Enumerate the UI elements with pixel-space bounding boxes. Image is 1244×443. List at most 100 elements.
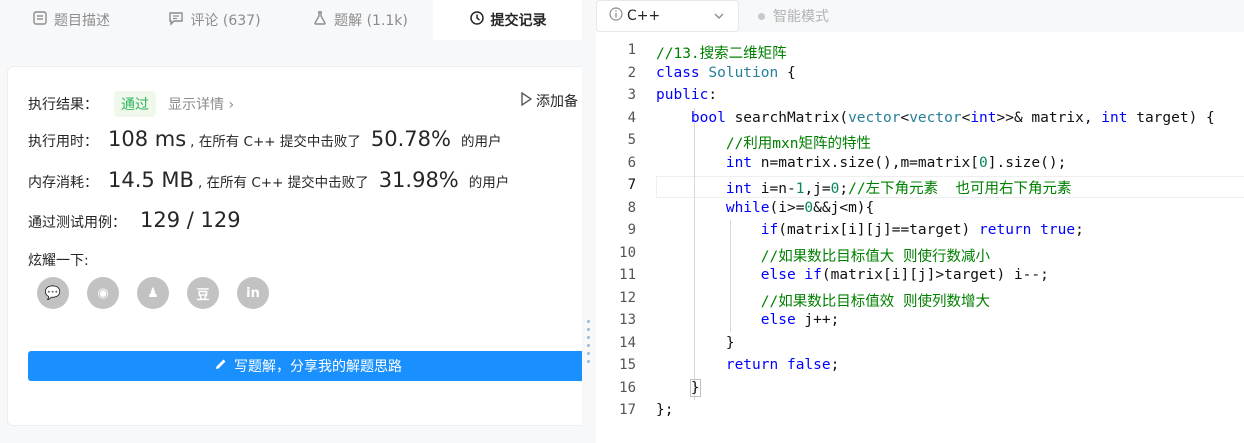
drag-handle-dot: [587, 336, 590, 339]
drag-handle-dot: [587, 328, 590, 331]
runtime-value: 108 ms: [108, 127, 187, 151]
pencil-icon: [214, 357, 228, 375]
chevron-down-icon: [712, 9, 726, 23]
code-line-4: bool searchMatrix(vector<vector<int>>& m…: [690, 109, 1215, 126]
code-line-16: }: [689, 378, 701, 397]
app-root: 题目描述 评论 (637) 题解 (1.1k) 提交记录 执行结果： 通过 显示…: [0, 0, 1244, 443]
line-number: 17: [619, 402, 636, 418]
result-label: 执行结果：: [28, 97, 98, 113]
add-note-button[interactable]: 添加备: [520, 91, 578, 111]
mode-dot-icon: [758, 12, 765, 20]
code-line-7: int i=n-1,j=0;//左下角元素 也可用右下角元素: [725, 181, 1072, 197]
code-line-11: else if(matrix[i][j]>target) i--;: [760, 267, 1049, 283]
tab-comments-label: 评论 (637): [190, 13, 261, 29]
tests-value: 129 / 129: [140, 208, 241, 232]
status-badge: 通过: [114, 91, 156, 117]
line-number: 4: [627, 109, 636, 126]
code-line-17: };: [656, 402, 674, 418]
memory-users-suffix: 的用户: [468, 175, 510, 191]
write-solution-button[interactable]: 写题解，分享我的解题思路: [28, 351, 582, 381]
tests-row: 通过测试用例： 129 / 129: [28, 208, 241, 232]
play-icon: [520, 91, 533, 110]
drag-handle-dot: [587, 360, 590, 363]
flask-icon: [312, 10, 328, 30]
line-number: 11: [619, 267, 636, 283]
tab-comments[interactable]: 评论 (637): [142, 0, 287, 40]
line-number: 10: [619, 244, 636, 261]
tab-description[interactable]: 题目描述: [0, 0, 142, 40]
line-number: 7: [627, 177, 636, 193]
language-value: C++: [627, 8, 661, 24]
runtime-row: 执行用时： 108 ms , 在所有 C++ 提交中击败了 50.78% 的用户: [28, 127, 501, 151]
code-line-14: }: [656, 334, 735, 351]
code-line-12: //如果数比目标值效 则使列数增大: [760, 293, 990, 310]
line-number: 5: [627, 132, 636, 148]
description-icon: [32, 10, 48, 30]
line-number: 6: [627, 154, 636, 171]
line-number: 9: [627, 222, 636, 238]
editor-pane: C++ 智能模式 1 2 3 4 5 6 7 8 9 10 11 12 13 14 15 16 17 //13.…: [596, 0, 1244, 443]
memory-percent: 31.98%: [378, 168, 459, 192]
tab-solutions-label: 题解 (1.1k): [334, 13, 408, 29]
code-editor[interactable]: 1 2 3 4 5 6 7 8 9 10 11 12 13 14 15 16 17 //13.搜索二维矩阵 cl…: [596, 40, 1244, 443]
share-icons: 💬 ◉ ♟ 豆 in: [37, 277, 269, 309]
line-number: 14: [619, 334, 636, 351]
douban-icon[interactable]: 豆: [187, 277, 219, 309]
tab-description-label: 题目描述: [54, 13, 110, 29]
show-details-link[interactable]: 显示详情 ›: [168, 94, 234, 114]
line-number: 2: [627, 64, 636, 81]
linkedin-icon[interactable]: in: [237, 277, 269, 309]
tab-bar: 题目描述 评论 (637) 题解 (1.1k) 提交记录: [0, 0, 582, 40]
tab-submissions[interactable]: 提交记录: [433, 0, 582, 40]
line-number: 13: [619, 312, 636, 328]
drag-handle-dot: [587, 352, 590, 355]
runtime-text: , 在所有 C++ 提交中击败了: [190, 134, 361, 150]
code-line-13: else j++;: [760, 312, 840, 328]
history-icon: [469, 10, 485, 30]
memory-text: , 在所有 C++ 提交中击败了: [197, 175, 369, 191]
add-note-label: 添加备: [536, 94, 578, 110]
code-line-2: class Solution {: [656, 64, 796, 81]
wechat-icon[interactable]: 💬: [37, 277, 69, 309]
weibo-icon[interactable]: ◉: [87, 277, 119, 309]
write-solution-label: 写题解，分享我的解题思路: [234, 359, 402, 375]
qq-icon[interactable]: ♟: [137, 277, 169, 309]
language-select[interactable]: C++: [596, 0, 739, 32]
runtime-users-suffix: 的用户: [460, 134, 502, 150]
line-number: 3: [627, 87, 636, 103]
left-pane: 题目描述 评论 (637) 题解 (1.1k) 提交记录 执行结果： 通过 显示…: [0, 0, 582, 443]
code-line-10: //如果数比目标值大 则使行数减小: [760, 248, 990, 265]
info-icon: [609, 7, 623, 25]
tab-solutions[interactable]: 题解 (1.1k): [287, 0, 433, 40]
line-number: 16: [619, 379, 636, 396]
code-line-3: public:: [656, 87, 718, 103]
editor-toolbar: C++ 智能模式: [596, 0, 1244, 32]
comment-icon: [168, 10, 184, 30]
memory-row: 内存消耗： 14.5 MB , 在所有 C++ 提交中击败了 31.98% 的用…: [28, 168, 509, 192]
code-line-6: int n=matrix.size(),m=matrix[0].size();: [725, 154, 1067, 171]
line-number: 8: [627, 199, 636, 216]
runtime-label: 执行用时：: [28, 134, 98, 150]
memory-value: 14.5 MB: [108, 168, 194, 192]
result-row: 执行结果： 通过 显示详情 ›: [28, 91, 234, 117]
line-number: 12: [619, 289, 636, 306]
drag-handle-dot: [587, 320, 590, 323]
tests-label: 通过测试用例：: [28, 215, 126, 231]
chevron-right-icon: ›: [228, 97, 235, 113]
code-line-5: //利用mxn矩阵的特性: [725, 136, 871, 152]
pane-splitter[interactable]: [582, 0, 596, 443]
smart-mode-toggle[interactable]: 智能模式: [758, 0, 829, 32]
runtime-percent: 50.78%: [370, 127, 451, 151]
tab-submissions-label: 提交记录: [490, 13, 547, 29]
share-label: 炫耀一下:: [28, 253, 89, 269]
submission-result-card: 执行结果： 通过 显示详情 › 添加备 执行用时： 108 ms , 在所有 C…: [7, 66, 582, 426]
line-number: 15: [619, 357, 636, 373]
code-line-15: return false;: [725, 357, 840, 373]
drag-handle-dot: [587, 344, 590, 347]
code-line-9: if(matrix[i][j]==target) return true;: [760, 222, 1084, 238]
line-number: 1: [627, 42, 636, 58]
code-line-1: //13.搜索二维矩阵: [656, 46, 787, 62]
memory-label: 内存消耗：: [28, 175, 98, 191]
smart-mode-label: 智能模式: [773, 9, 829, 25]
show-details-label: 显示详情: [168, 97, 224, 113]
